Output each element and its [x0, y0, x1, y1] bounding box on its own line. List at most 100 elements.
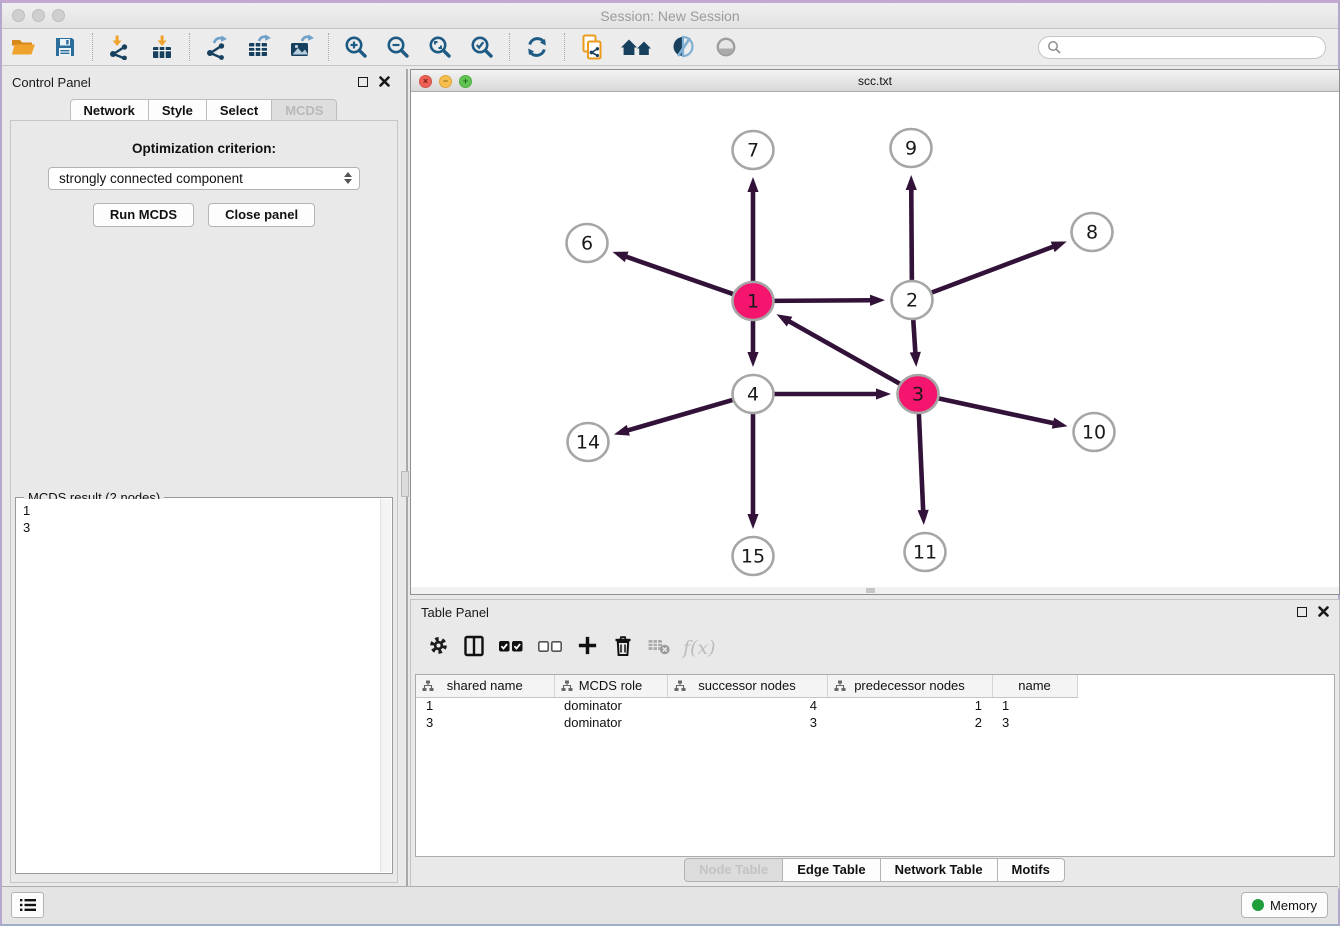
edge-2-3[interactable]: [913, 318, 915, 354]
optimization-criterion-select[interactable]: strongly connected component: [48, 167, 360, 190]
table-panel: Table Panel f(x) shared name MCDS role: [410, 599, 1340, 889]
delete-table-button[interactable]: [647, 635, 671, 662]
export-image-button[interactable]: [284, 32, 318, 62]
first-neighbors-button[interactable]: [617, 32, 659, 62]
graph-node-label-11: 11: [913, 542, 937, 564]
zoom-selected-button[interactable]: [465, 32, 499, 62]
col-mcds-role[interactable]: MCDS role: [554, 675, 667, 697]
zoom-selected-icon: [469, 34, 495, 60]
network-canvas[interactable]: 7968124314101511: [411, 92, 1339, 589]
eye-icon: [713, 34, 739, 60]
open-folder-icon: [10, 35, 37, 59]
col-predecessor-nodes[interactable]: predecessor nodes: [827, 675, 992, 697]
split-panel-button[interactable]: [462, 634, 486, 663]
close-panel-icon[interactable]: [1318, 606, 1329, 617]
graph-node-label-6: 6: [581, 233, 593, 255]
edge-4-14[interactable]: [626, 399, 735, 431]
graph-node-label-3: 3: [912, 384, 924, 406]
graphics-details-icon: [671, 34, 697, 60]
memory-status-icon: [1252, 899, 1264, 911]
edge-2-8[interactable]: [929, 246, 1055, 294]
open-file-button[interactable]: [6, 32, 40, 62]
node-table: shared name MCDS role successor nodes pr…: [415, 674, 1335, 857]
duplicate-network-button[interactable]: [575, 32, 609, 62]
table-row[interactable]: 1dominator 41 1: [416, 697, 1334, 714]
arrowhead-2-8: [1051, 242, 1067, 253]
tab-edge-table[interactable]: Edge Table: [782, 858, 880, 882]
edge-3-11[interactable]: [919, 412, 923, 512]
col-successor-nodes[interactable]: successor nodes: [667, 675, 827, 697]
task-history-button[interactable]: [11, 892, 44, 918]
save-session-button[interactable]: [48, 32, 82, 62]
birds-eye-view-button[interactable]: [709, 32, 743, 62]
network-window-titlebar[interactable]: × − + scc.txt: [411, 70, 1339, 92]
network-graph[interactable]: 7968124314101511: [411, 92, 1339, 589]
network-hscroll-thumb[interactable]: [866, 588, 875, 593]
duplicate-network-icon: [579, 33, 605, 61]
function-builder-button[interactable]: f(x): [683, 637, 716, 659]
col-name[interactable]: name: [992, 675, 1077, 697]
tab-motifs[interactable]: Motifs: [997, 858, 1065, 882]
edge-1-2[interactable]: [771, 300, 872, 301]
import-table-button[interactable]: [145, 32, 179, 62]
mcds-result-list[interactable]: 1 3: [17, 499, 380, 872]
list-icon: [18, 896, 38, 914]
split-columns-icon: [462, 634, 486, 658]
control-panel: Control Panel Network Style Select MCDS …: [2, 69, 406, 887]
tab-network-table[interactable]: Network Table: [880, 858, 998, 882]
delete-column-button[interactable]: [611, 634, 635, 663]
zoom-fit-button[interactable]: [423, 32, 457, 62]
selected-criterion: strongly connected component: [59, 171, 243, 186]
close-panel-button[interactable]: Close panel: [208, 203, 315, 227]
edge-1-6[interactable]: [625, 256, 736, 295]
refresh-button[interactable]: [520, 32, 554, 62]
network-title: scc.txt: [411, 74, 1339, 88]
add-column-button[interactable]: [576, 634, 599, 662]
graph-node-label-9: 9: [905, 138, 917, 160]
import-network-button[interactable]: [103, 32, 137, 62]
arrowhead-4-14: [614, 425, 630, 436]
network-hscrollbar[interactable]: [411, 587, 1339, 594]
main-toolbar: [2, 29, 1338, 66]
toolbar-separator: [564, 33, 565, 61]
edge-3-10[interactable]: [936, 398, 1055, 424]
search-input[interactable]: [1038, 36, 1326, 59]
refresh-icon: [524, 34, 550, 60]
export-network-button[interactable]: [200, 32, 234, 62]
mcds-result-box: MCDS result (2 nodes) 1 3: [15, 497, 393, 874]
show-graphics-details-button[interactable]: [667, 32, 701, 62]
memory-label: Memory: [1270, 898, 1317, 913]
arrowhead-4-3: [876, 388, 891, 399]
arrowhead-1-6: [612, 252, 628, 263]
arrowhead-3-1: [777, 314, 793, 326]
col-shared-name[interactable]: shared name: [416, 675, 554, 697]
select-all-columns-button[interactable]: [498, 636, 525, 661]
table-row[interactable]: 3dominator 32 3: [416, 714, 1334, 731]
edge-3-1[interactable]: [788, 321, 902, 386]
zoom-in-button[interactable]: [339, 32, 373, 62]
memory-button[interactable]: Memory: [1241, 892, 1328, 918]
column-settings-button[interactable]: [427, 634, 450, 662]
result-scrollbar[interactable]: [380, 499, 391, 872]
float-panel-icon[interactable]: [358, 77, 368, 87]
status-bar: Memory: [2, 886, 1338, 924]
unselect-all-columns-button[interactable]: [537, 636, 564, 661]
edge-2-9[interactable]: [911, 188, 912, 282]
float-panel-icon[interactable]: [1297, 607, 1307, 617]
export-table-icon: [246, 34, 273, 60]
tab-node-table[interactable]: Node Table: [684, 858, 783, 882]
close-panel-icon[interactable]: [379, 76, 390, 87]
zoom-out-button[interactable]: [381, 32, 415, 62]
home-houses-icon: [620, 35, 656, 59]
header-filler: [1077, 675, 1334, 697]
zoom-out-icon: [385, 34, 411, 60]
run-mcds-button[interactable]: Run MCDS: [93, 203, 194, 227]
arrowhead-1-2: [870, 295, 885, 306]
window-title: Session: New Session: [2, 8, 1338, 24]
export-table-button[interactable]: [242, 32, 276, 62]
table-panel-title: Table Panel: [421, 605, 489, 620]
trash-icon: [611, 634, 635, 658]
panel-divider-handle[interactable]: [401, 471, 409, 497]
arrowhead-2-9: [906, 175, 917, 190]
import-network-icon: [107, 34, 133, 60]
